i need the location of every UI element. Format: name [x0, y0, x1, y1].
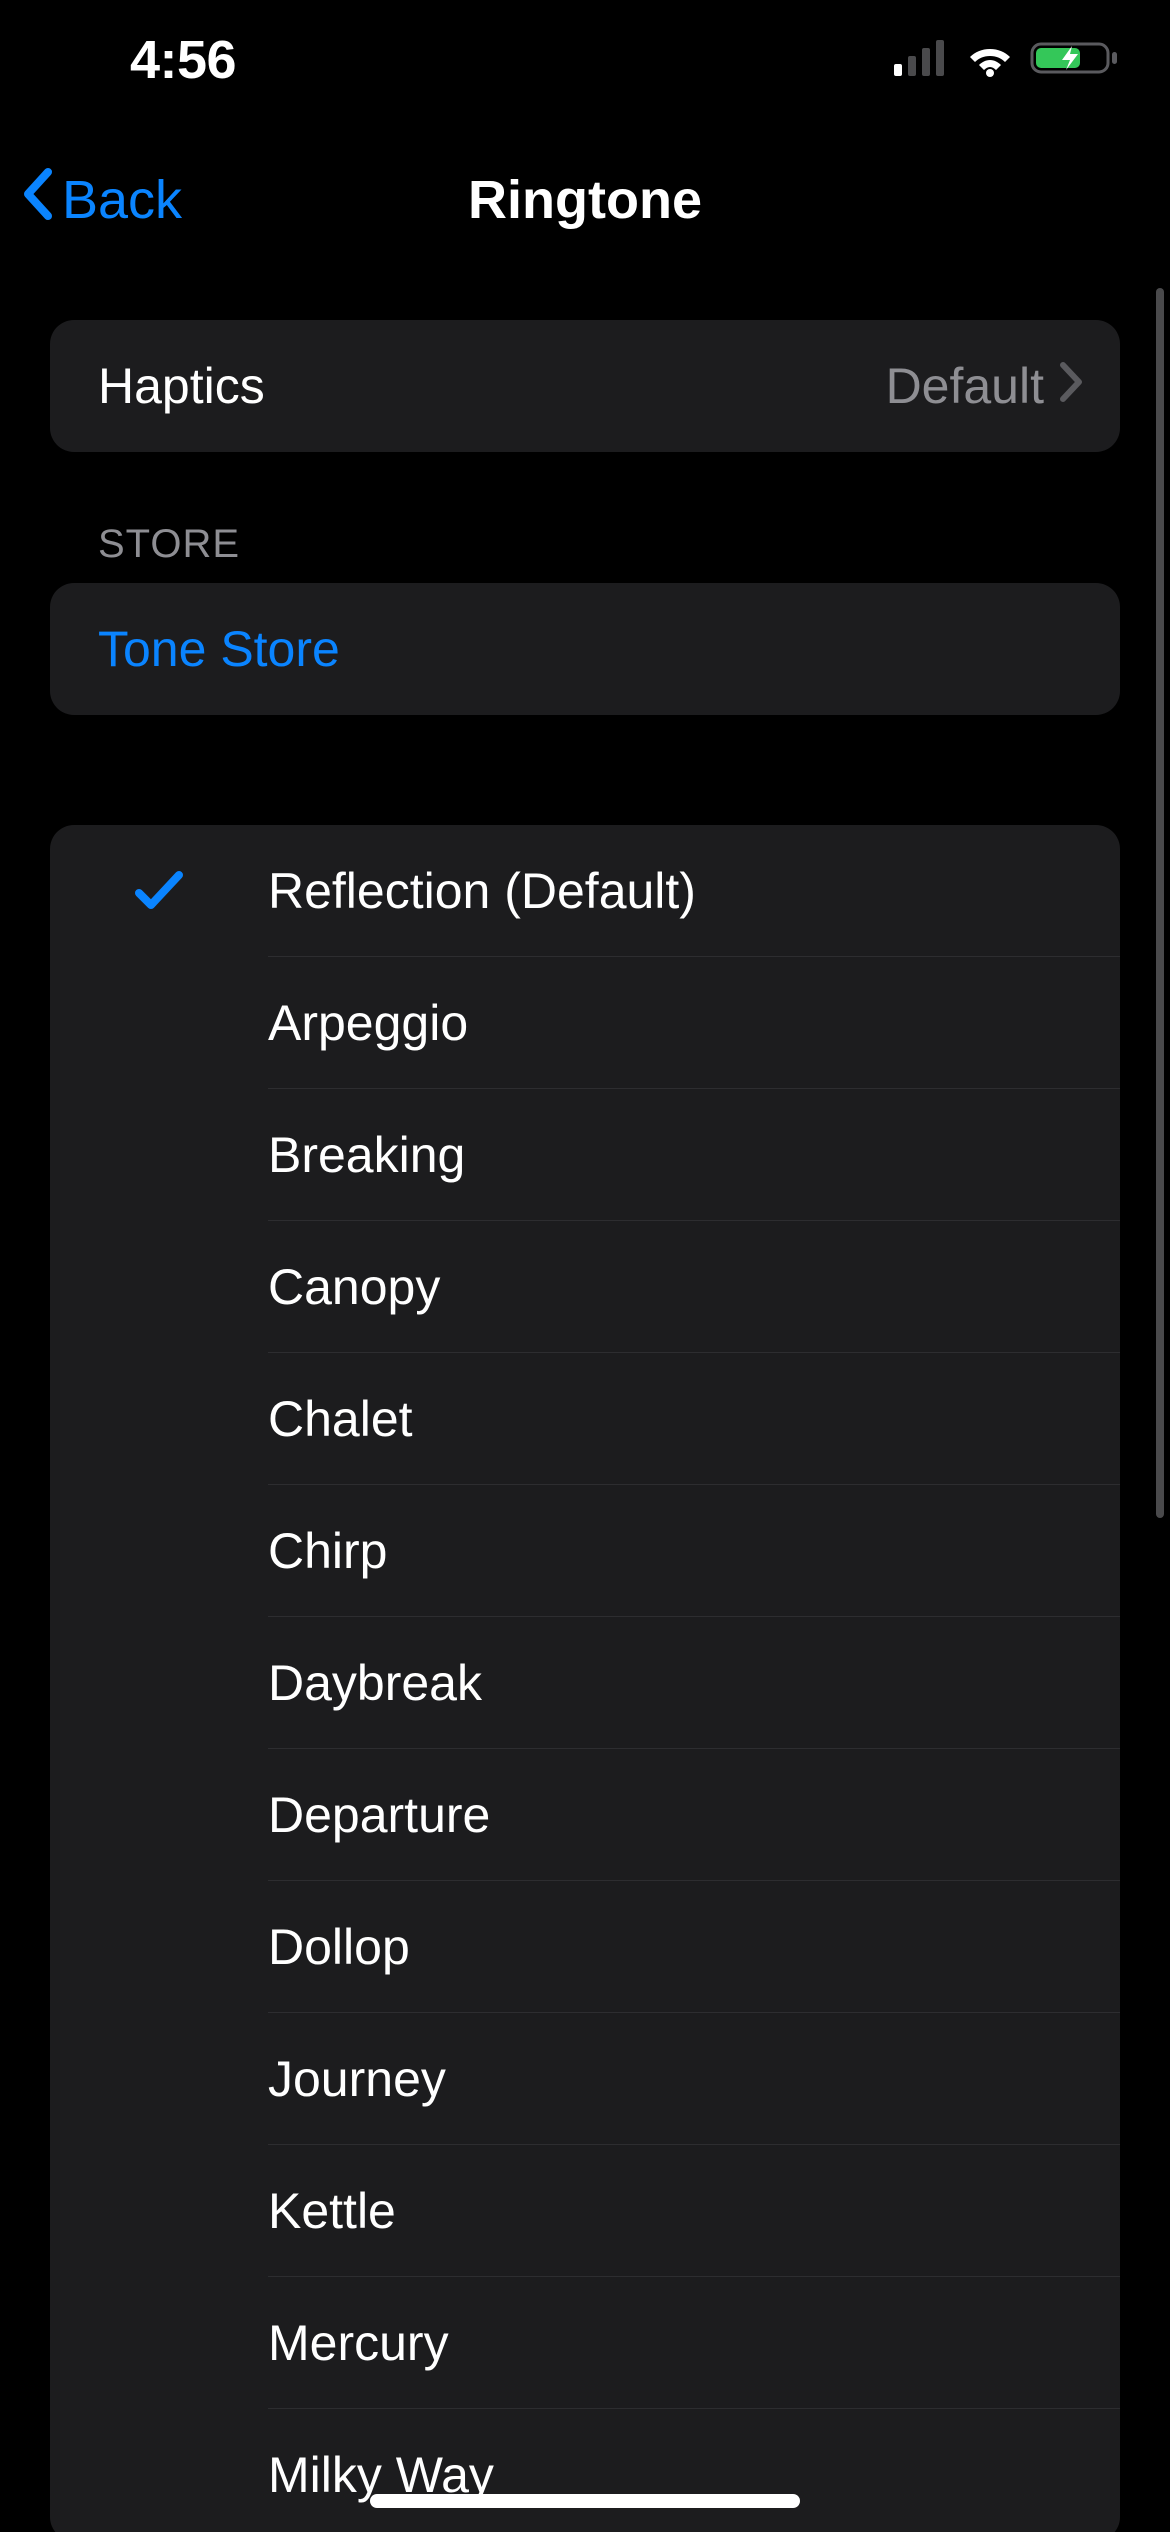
ringtone-label: Breaking — [268, 1126, 1084, 1184]
ringtone-row[interactable]: Chirp — [50, 1485, 1120, 1617]
haptics-value: Default — [886, 357, 1044, 415]
ringtone-label: Chirp — [268, 1522, 1084, 1580]
haptics-row[interactable]: Haptics Default — [50, 320, 1120, 452]
back-label: Back — [62, 169, 182, 231]
ringtone-label: Departure — [268, 1786, 1084, 1844]
status-bar: 4:56 — [0, 0, 1170, 120]
tone-store-label: Tone Store — [98, 620, 1084, 678]
haptics-label: Haptics — [98, 357, 886, 415]
back-button[interactable]: Back — [20, 168, 182, 233]
ringtone-label: Kettle — [268, 2182, 1084, 2240]
store-header: STORE — [50, 522, 1120, 583]
content: Haptics Default STORE Tone Store Reflect… — [0, 280, 1170, 2532]
ringtone-label: Chalet — [268, 1390, 1084, 1448]
ringtone-label: Dollop — [268, 1918, 1084, 1976]
ringtone-label: Canopy — [268, 1258, 1084, 1316]
ringtone-row[interactable]: Departure — [50, 1749, 1120, 1881]
battery-charging-icon — [1030, 38, 1120, 83]
ringtone-list: Reflection (Default) Arpeggio Breaking Cano… — [50, 825, 1120, 2532]
ringtone-row[interactable]: Daybreak — [50, 1617, 1120, 1749]
tone-store-row[interactable]: Tone Store — [50, 583, 1120, 715]
ringtone-label: Daybreak — [268, 1654, 1084, 1712]
ringtone-row[interactable]: Journey — [50, 2013, 1120, 2145]
wifi-icon — [964, 39, 1016, 82]
nav-bar: Back Ringtone — [0, 140, 1170, 260]
status-time: 4:56 — [130, 29, 236, 91]
ringtone-row[interactable]: Kettle — [50, 2145, 1120, 2277]
ringtone-row[interactable]: Reflection (Default) — [50, 825, 1120, 957]
ringtone-row[interactable]: Breaking — [50, 1089, 1120, 1221]
page-title: Ringtone — [468, 169, 702, 231]
ringtone-label: Reflection (Default) — [268, 862, 1084, 920]
cellular-icon — [894, 40, 950, 81]
checkmark-icon — [50, 869, 268, 913]
ringtone-row[interactable]: Chalet — [50, 1353, 1120, 1485]
scroll-indicator[interactable] — [1156, 288, 1164, 1518]
ringtone-row[interactable]: Arpeggio — [50, 957, 1120, 1089]
store-group: Tone Store — [50, 583, 1120, 715]
ringtone-row[interactable]: Canopy — [50, 1221, 1120, 1353]
ringtone-row[interactable]: Dollop — [50, 1881, 1120, 2013]
chevron-right-icon — [1058, 357, 1084, 415]
ringtone-row[interactable]: Mercury — [50, 2277, 1120, 2409]
ringtone-label: Mercury — [268, 2314, 1084, 2372]
haptics-group: Haptics Default — [50, 320, 1120, 452]
status-icons — [894, 38, 1120, 83]
ringtone-label: Arpeggio — [268, 994, 1084, 1052]
home-indicator[interactable] — [370, 2494, 800, 2508]
ringtone-label: Journey — [268, 2050, 1084, 2108]
chevron-left-icon — [20, 168, 56, 233]
ringtone-row[interactable]: Milky Way — [50, 2409, 1120, 2532]
